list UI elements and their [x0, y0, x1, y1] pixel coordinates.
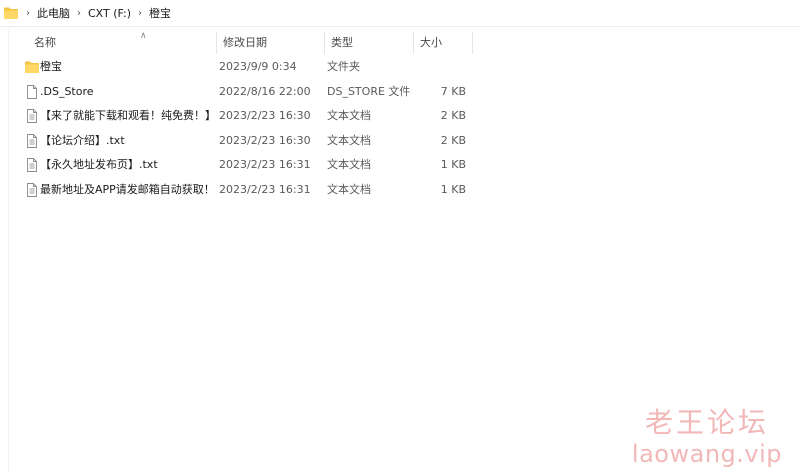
file-name: 【永久地址发布页】.txt: [40, 158, 158, 172]
chevron-right-icon: ›: [26, 7, 30, 19]
file-date: 2023/2/23 16:31: [219, 182, 311, 196]
file-list: 橙宝 2023/9/9 0:34 文件夹 .DS_Store 2022/8/16…: [8, 55, 478, 203]
file-name: 最新地址及APP请发邮箱自动获取！！！...: [40, 182, 216, 196]
file-size: 2 KB: [440, 109, 466, 123]
file-row[interactable]: 【永久地址发布页】.txt 2023/2/23 16:31 文本文档 1 KB: [8, 153, 478, 178]
column-header-name[interactable]: ∧ 名称: [28, 31, 216, 54]
file-row[interactable]: 【论坛介绍】.txt 2023/2/23 16:30 文本文档 2 KB: [8, 129, 478, 154]
file-explorer-window: › 此电脑 › CXT (F:) › 橙宝 ∧ 名称 修改日期 类型 大小 橙宝: [0, 0, 800, 472]
address-bar[interactable]: › 此电脑 › CXT (F:) › 橙宝: [0, 0, 800, 27]
text-file-icon: [27, 109, 37, 124]
chevron-right-icon[interactable]: ›: [77, 8, 81, 19]
file-size: 2 KB: [440, 133, 466, 147]
file-row[interactable]: 【来了就能下载和观看！纯免费！】.txt 2023/2/23 16:30 文本文…: [8, 104, 478, 129]
file-name: .DS_Store: [40, 84, 94, 98]
watermark: 老王论坛 laowang.vip: [632, 406, 782, 468]
file-type: 文本文档: [327, 109, 371, 123]
file-name: 【来了就能下载和观看！纯免费！】.txt: [40, 109, 216, 123]
file-type: 文本文档: [327, 158, 371, 172]
column-header-row: ∧ 名称 修改日期 类型 大小: [8, 31, 488, 54]
text-file-icon: [27, 158, 37, 173]
file-date: 2023/2/23 16:30: [219, 133, 311, 147]
text-file-icon: [27, 183, 37, 197]
folder-icon: [25, 61, 39, 73]
column-header-date-label: 修改日期: [223, 36, 267, 49]
folder-icon: [4, 7, 18, 19]
file-size: 1 KB: [440, 182, 466, 196]
watermark-url: laowang.vip: [631, 440, 782, 468]
file-size: 7 KB: [440, 84, 466, 98]
file-row[interactable]: .DS_Store 2022/8/16 22:00 DS_STORE 文件 7 …: [8, 80, 478, 105]
file-row[interactable]: 最新地址及APP请发邮箱自动获取！！！... 2023/2/23 16:31 文…: [8, 178, 478, 203]
breadcrumb-drive[interactable]: CXT (F:): [85, 5, 134, 22]
file-date: 2023/9/9 0:34: [219, 60, 297, 73]
column-header-type-label: 类型: [331, 36, 353, 49]
sort-ascending-icon: ∧: [140, 31, 147, 41]
file-row[interactable]: 橙宝 2023/9/9 0:34 文件夹: [8, 55, 478, 80]
column-header-type[interactable]: 类型: [324, 32, 413, 54]
column-header-date[interactable]: 修改日期: [216, 32, 324, 54]
column-header-size-label: 大小: [420, 36, 442, 49]
file-icon: [27, 84, 37, 99]
file-date: 2022/8/16 22:00: [219, 84, 311, 98]
breadcrumb-this-pc[interactable]: 此电脑: [34, 3, 73, 23]
file-date: 2023/2/23 16:30: [219, 109, 311, 123]
file-type: DS_STORE 文件: [327, 84, 411, 98]
chevron-right-icon[interactable]: ›: [138, 8, 142, 19]
watermark-title: 老王论坛: [644, 406, 769, 439]
breadcrumb-current-folder[interactable]: 橙宝: [146, 3, 174, 23]
file-size: 1 KB: [440, 158, 466, 172]
file-name: 橙宝: [40, 60, 62, 73]
file-type: 文本文档: [327, 182, 371, 196]
file-type: 文件夹: [327, 60, 360, 73]
file-name: 【论坛介绍】.txt: [40, 133, 125, 147]
text-file-icon: [27, 133, 37, 148]
file-date: 2023/2/23 16:31: [219, 158, 311, 172]
column-header-size[interactable]: 大小: [413, 32, 473, 54]
column-header-name-label: 名称: [34, 36, 56, 49]
file-type: 文本文档: [327, 133, 371, 147]
